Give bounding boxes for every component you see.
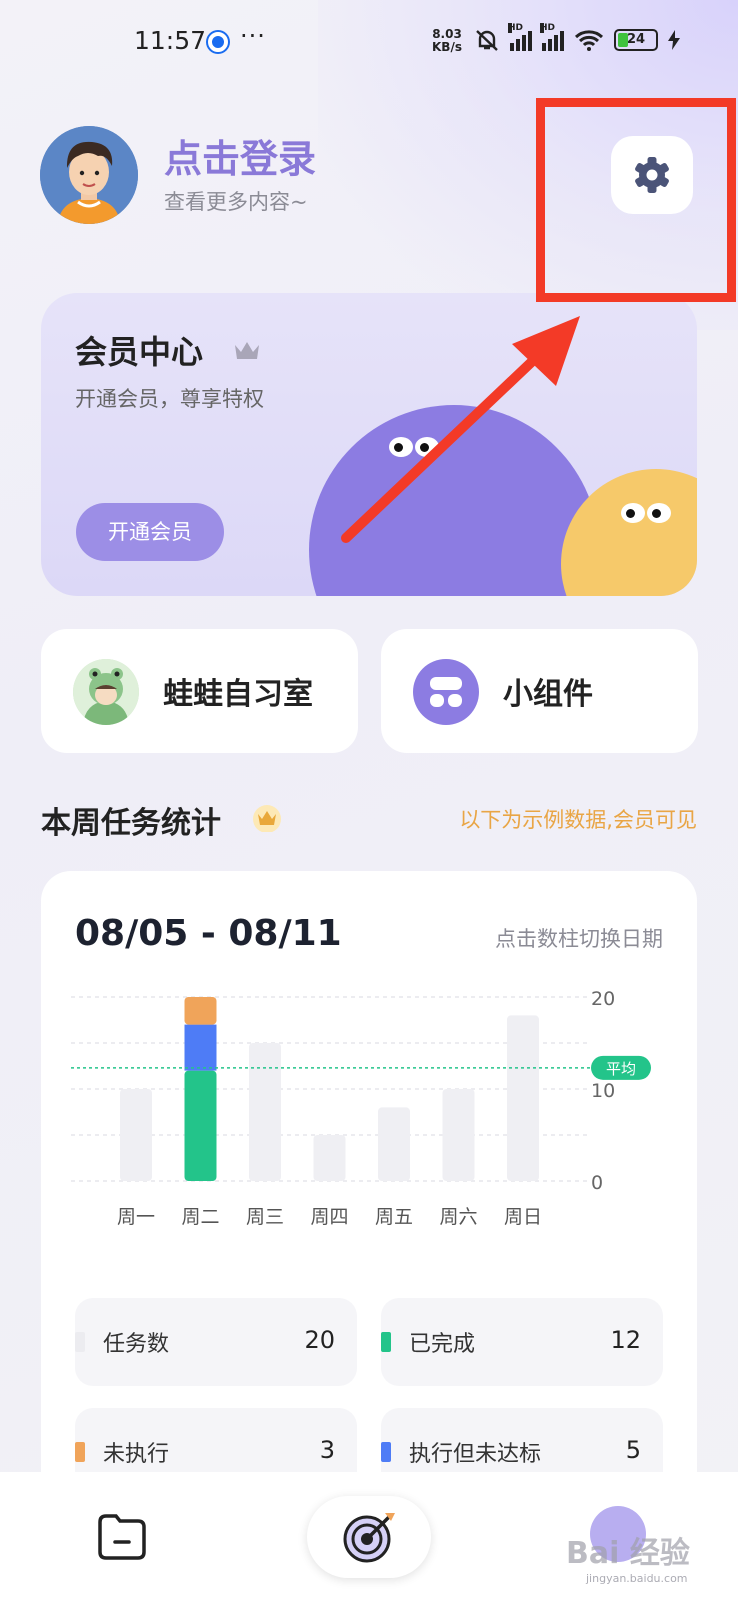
widget-tile[interactable]: 小组件 [381,629,698,753]
x-tick-label: 周日 [504,1206,542,1228]
bar-segment [184,1070,217,1181]
watermark-url: jingyan.baidu.com [586,1572,688,1585]
stat-value: 5 [625,1436,641,1464]
watermark: Bai 经验 [566,1536,690,1571]
y-tick-label: 0 [591,1172,603,1194]
highlight-box [536,98,736,302]
bar [378,1107,410,1181]
x-tick-label: 周六 [439,1206,477,1228]
gold-crown-icon [253,805,281,832]
legend-swatch [75,1332,85,1352]
study-room-tile[interactable]: 蛙蛙自习室 [41,629,358,753]
x-tick-label: 周三 [246,1206,284,1228]
bar-segment [184,1024,217,1071]
bar-segment [184,997,217,1025]
stat-value: 12 [610,1326,641,1354]
weekly-stats-card: 08/05 - 08/11 点击数柱切换日期 0 10 20 周一 周二 周三 周四 周五 周六… [41,871,697,1511]
bar [507,1015,539,1181]
legend-swatch [75,1442,85,1462]
weekly-bar-chart[interactable]: 0 10 20 周一 周二 周三 周四 周五 周六 周日 平均 [71,991,681,1251]
widget-icon [413,659,479,725]
bar [313,1135,346,1181]
average-label: 平均 [606,1060,636,1078]
stat-label: 执行但未达标 [409,1442,542,1467]
focus-tab[interactable] [307,1496,431,1578]
x-tick-label: 周一 [117,1206,155,1228]
stat-completed: 已完成 12 [381,1298,663,1386]
sample-data-note: 以下为示例数据,会员可见 [459,808,697,832]
y-tick-label: 20 [591,991,615,1010]
stat-label: 未执行 [103,1442,170,1467]
date-range[interactable]: 08/05 - 08/11 [75,913,342,954]
bar [249,1043,281,1181]
target-icon [343,1513,395,1563]
stat-value: 3 [319,1436,335,1464]
legend-swatch [381,1442,391,1462]
legend-swatch [381,1332,391,1352]
stat-total: 任务数 20 [75,1298,357,1386]
weekly-stats-title: 本周任务统计 [41,806,221,841]
x-tick-label: 周二 [181,1206,219,1228]
date-hint: 点击数柱切换日期 [495,927,663,951]
bar [442,1089,475,1181]
frog-avatar-icon [73,659,139,725]
x-tick-label: 周四 [310,1206,348,1228]
bar [120,1089,152,1181]
stat-label: 任务数 [103,1332,170,1357]
x-tick-label: 周五 [375,1206,413,1228]
stat-label: 已完成 [409,1332,476,1357]
widget-label: 小组件 [503,677,593,712]
folder-icon[interactable] [96,1512,148,1560]
study-room-label: 蛙蛙自习室 [163,677,313,712]
y-tick-label: 10 [591,1080,615,1102]
stat-value: 20 [304,1326,335,1354]
